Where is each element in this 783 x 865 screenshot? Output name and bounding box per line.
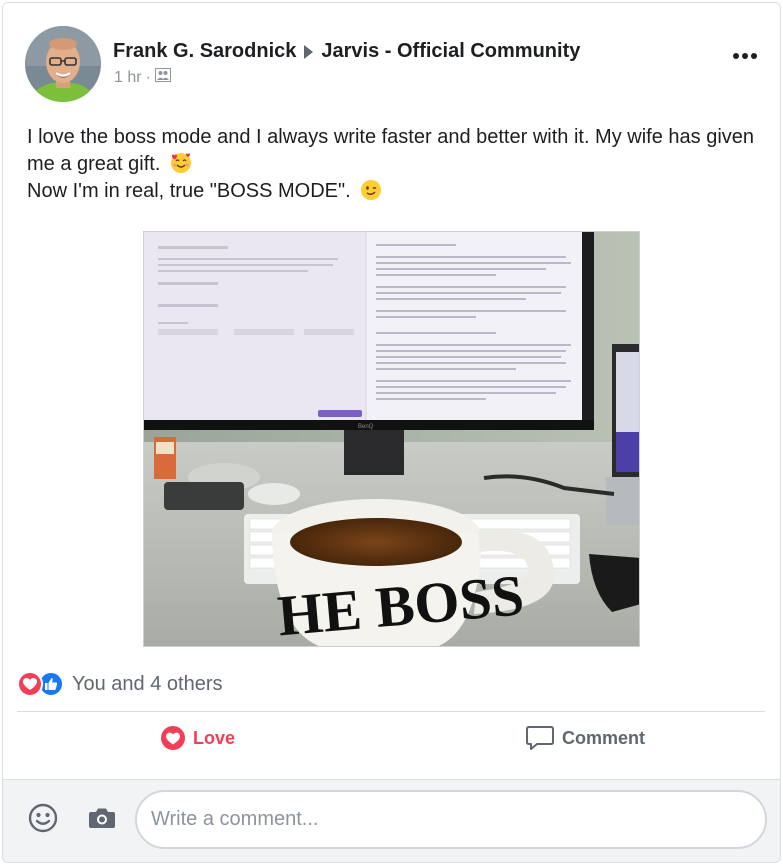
love-reaction-icon — [17, 671, 43, 697]
group-privacy-icon — [154, 68, 171, 87]
post-header-title: Frank G. Sarodnick Jarvis - Official Com… — [113, 40, 580, 63]
svg-text:BenQ: BenQ — [358, 424, 374, 430]
love-button[interactable]: Love — [161, 722, 235, 754]
triangle-right-icon — [304, 44, 314, 59]
post-timestamp[interactable]: 1 hr — [114, 69, 142, 87]
reactions-summary[interactable]: You and 4 others — [17, 671, 223, 697]
post-meta: 1 hr · — [114, 68, 171, 87]
post-text-line1: I love the boss mode and I always write … — [27, 126, 755, 175]
reactions-count-text: You and 4 others — [72, 672, 223, 695]
post-text-line2: Now I'm in real, true "BOSS MODE". — [27, 180, 351, 202]
comment-button[interactable]: Comment — [526, 722, 645, 754]
actions-divider — [17, 711, 765, 712]
camera-icon[interactable] — [88, 806, 116, 835]
author-name-link[interactable]: Frank G. Sarodnick — [113, 40, 296, 63]
meta-separator: · — [145, 68, 151, 86]
more-dot — [751, 53, 757, 59]
more-options-icon[interactable] — [733, 53, 757, 59]
comment-button-label: Comment — [562, 727, 646, 748]
author-avatar[interactable] — [25, 26, 101, 102]
comment-input[interactable] — [135, 790, 767, 849]
speech-bubble-icon — [526, 725, 554, 751]
winking-face-emoji-icon — [360, 179, 382, 201]
heart-icon — [161, 726, 185, 750]
love-button-label: Love — [193, 727, 236, 748]
emoji-smile-icon[interactable] — [28, 803, 58, 838]
post-photo[interactable]: BenQ HE BOSS — [143, 231, 640, 647]
more-dot — [733, 53, 739, 59]
smiling-face-with-hearts-emoji-icon — [170, 152, 192, 174]
group-name-link[interactable]: Jarvis - Official Community — [321, 40, 580, 63]
more-dot — [742, 53, 748, 59]
post-body: I love the boss mode and I always write … — [27, 124, 757, 205]
